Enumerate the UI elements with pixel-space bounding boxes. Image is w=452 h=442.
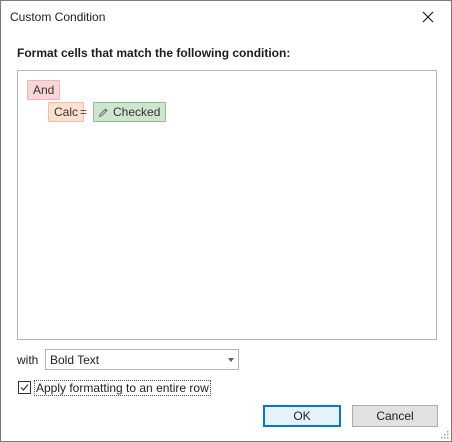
title-bar[interactable]: Custom Condition bbox=[1, 1, 451, 32]
format-style-dropdown[interactable]: Bold Text bbox=[45, 349, 239, 370]
operator-label[interactable]: = bbox=[80, 102, 87, 122]
apply-row-label[interactable]: Apply formatting to an entire row bbox=[34, 380, 211, 396]
checkmark-icon bbox=[20, 384, 29, 391]
format-style-value: Bold Text bbox=[50, 353, 100, 367]
with-label: with bbox=[17, 353, 39, 367]
value-chip[interactable]: Checked bbox=[93, 102, 167, 122]
ok-button[interactable]: OK bbox=[263, 405, 341, 427]
pencil-icon bbox=[98, 107, 108, 117]
close-button[interactable] bbox=[405, 1, 451, 32]
apply-row-checkbox[interactable] bbox=[18, 381, 31, 394]
group-operator-chip[interactable]: And bbox=[27, 80, 61, 100]
condition-heading: Format cells that match the following co… bbox=[17, 46, 291, 60]
custom-condition-dialog: Custom Condition Format cells that match… bbox=[0, 0, 452, 442]
field-chip[interactable]: Calc bbox=[48, 102, 85, 122]
dropdown-arrow-icon[interactable] bbox=[228, 358, 234, 362]
condition-editor[interactable]: And Calc = Checked bbox=[17, 70, 437, 340]
resize-grip-icon[interactable] bbox=[439, 429, 449, 439]
cancel-button[interactable]: Cancel bbox=[352, 405, 438, 427]
dialog-title: Custom Condition bbox=[10, 10, 106, 24]
value-chip-label: Checked bbox=[113, 105, 161, 119]
close-icon bbox=[422, 11, 434, 22]
